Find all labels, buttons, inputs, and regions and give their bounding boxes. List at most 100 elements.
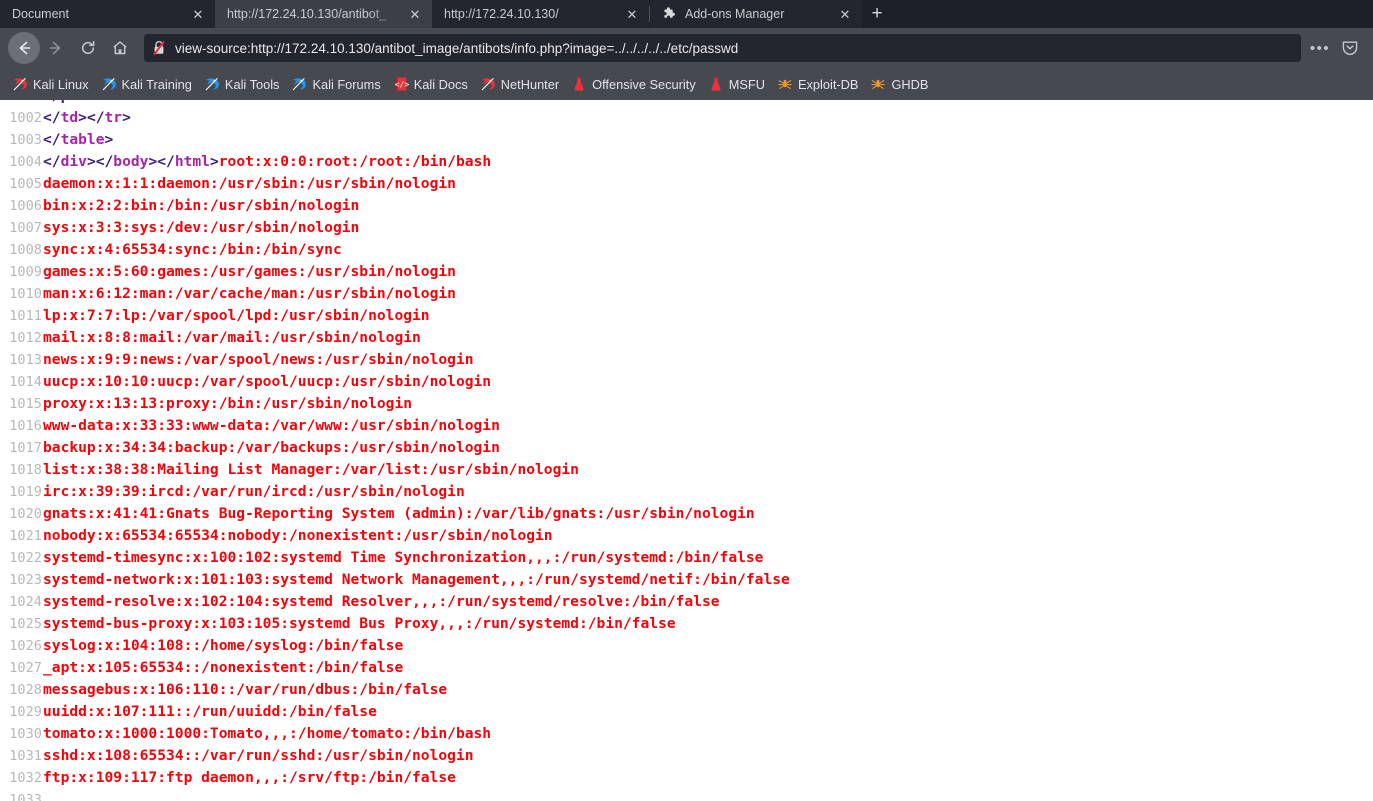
source-line-list: 1001</p1002</td></tr>1003</table>1004</d…: [0, 100, 1373, 801]
line-content: gnats:x:41:41:Gnats Bug-Reporting System…: [43, 503, 1373, 525]
line-content: uucp:x:10:10:uucp:/var/spool/uucp:/usr/s…: [43, 371, 1373, 393]
line-number: 1029: [9, 704, 42, 720]
source-line: 1029 uuidd:x:107:111::/run/uuidd:/bin/fal…: [0, 701, 1373, 723]
tab-document[interactable]: Document ✕: [0, 0, 215, 28]
bookmark-msfu[interactable]: MSFU: [702, 72, 771, 96]
token-text: systemd-network:x:101:103:systemd Networ…: [43, 571, 790, 588]
source-line: 1026 syslog:x:104:108::/home/syslog:/bin/…: [0, 635, 1373, 657]
line-number: 1022: [9, 550, 42, 566]
line-content: irc:x:39:39:ircd:/var/run/ircd:/usr/sbin…: [43, 481, 1373, 503]
bookmark-label: Exploit-DB: [798, 76, 859, 92]
token-tag: html: [174, 153, 210, 170]
bookmark-nethunter[interactable]: NetHunter: [474, 72, 565, 96]
token-text: systemd-timesync:x:100:102:systemd Time …: [43, 549, 764, 566]
source-line: 1007 sys:x:3:3:sys:/dev:/usr/sbin/nologin: [0, 217, 1373, 239]
svg-text:</>: </>: [395, 80, 409, 89]
source-line: 1031 sshd:x:108:65534::/var/run/sshd:/usr…: [0, 745, 1373, 767]
reload-button[interactable]: [72, 32, 104, 64]
source-line: 1023 systemd-network:x:101:103:systemd Ne…: [0, 569, 1373, 591]
token-text: uuidd:x:107:111::/run/uuidd:/bin/false: [43, 703, 377, 720]
line-number: 1033: [9, 792, 42, 801]
bookmark-kali-forums[interactable]: Kali Forums: [285, 72, 386, 96]
bookmark-label: GHDB: [891, 76, 929, 92]
close-icon[interactable]: ✕: [836, 5, 854, 23]
bookmark-exploit-db[interactable]: Exploit-DB: [771, 72, 864, 96]
bookmark-offensive-security[interactable]: Offensive Security: [565, 72, 702, 96]
token-punct: >: [104, 131, 114, 148]
token-text: proxy:x:13:13:proxy:/bin:/usr/sbin/nolog…: [43, 395, 413, 412]
source-line: 1004 </div></body></html>root:x:0:0:root:…: [0, 151, 1373, 173]
line-number: 1004: [9, 154, 42, 170]
token-text: www-data:x:33:33:www-data:/var/www:/usr/…: [43, 417, 500, 434]
line-number: 1003: [9, 132, 42, 148]
kali-dragon-blue-icon: [101, 76, 117, 92]
back-button[interactable]: [8, 32, 40, 64]
source-line: 1003 </table>: [0, 129, 1373, 151]
token-text: gnats:x:41:41:Gnats Bug-Reporting System…: [43, 505, 755, 522]
source-line: 1022 systemd-timesync:x:100:102:systemd T…: [0, 547, 1373, 569]
token-punct: >: [209, 153, 219, 170]
source-line: 1014 uucp:x:10:10:uucp:/var/spool/uucp:/u…: [0, 371, 1373, 393]
forward-button[interactable]: [40, 32, 72, 64]
tab-title: Document: [12, 7, 69, 21]
close-icon[interactable]: ✕: [623, 5, 641, 23]
insecure-lock-icon[interactable]: [152, 40, 166, 56]
pocket-save-button[interactable]: [1335, 33, 1365, 63]
page-actions-button[interactable]: •••: [1305, 33, 1335, 63]
line-number: 1018: [9, 462, 42, 478]
tab-addons-manager[interactable]: Add-ons Manager ✕: [650, 0, 862, 28]
bookmark-kali-tools[interactable]: Kali Tools: [198, 72, 286, 96]
source-line: 1013 news:x:9:9:news:/var/spool/news:/usr…: [0, 349, 1373, 371]
source-line: 1006 bin:x:2:2:bin:/bin:/usr/sbin/nologin: [0, 195, 1373, 217]
navigation-toolbar: view-source:http://172.24.10.130/antibot…: [0, 28, 1373, 68]
kali-docs-book-icon: </>: [393, 76, 409, 92]
line-number: 1020: [9, 506, 42, 522]
view-source-page: 1001</p1002</td></tr>1003</table>1004</d…: [0, 100, 1373, 801]
token-text: messagebus:x:106:110::/var/run/dbus:/bin…: [43, 681, 448, 698]
source-line: 1018 list:x:38:38:Mailing List Manager:/v…: [0, 459, 1373, 481]
source-line: 1024 systemd-resolve:x:102:104:systemd Re…: [0, 591, 1373, 613]
token-text: _apt:x:105:65534::/nonexistent:/bin/fals…: [43, 659, 404, 676]
bookmark-ghdb[interactable]: GHDB: [864, 72, 934, 96]
new-tab-button[interactable]: +: [862, 0, 892, 28]
url-text[interactable]: view-source:http://172.24.10.130/antibot…: [175, 41, 1295, 56]
token-text: systemd-bus-proxy:x:103:105:systemd Bus …: [43, 615, 676, 632]
line-number: 1027: [9, 660, 42, 676]
bookmark-kali-docs[interactable]: </> Kali Docs: [387, 72, 474, 96]
line-number: 1019: [9, 484, 42, 500]
line-content: systemd-bus-proxy:x:103:105:systemd Bus …: [43, 613, 1373, 635]
token-text: list:x:38:38:Mailing List Manager:/var/l…: [43, 461, 579, 478]
token-tag: div: [60, 153, 87, 170]
token-text: sshd:x:108:65534::/var/run/sshd:/usr/sbi…: [43, 747, 474, 764]
close-icon[interactable]: ✕: [189, 5, 207, 23]
line-number: 1031: [9, 748, 42, 764]
token-punct: ></: [78, 109, 105, 126]
close-icon[interactable]: ✕: [406, 5, 424, 23]
line-number: 1025: [9, 616, 42, 632]
token-text: sys:x:3:3:sys:/dev:/usr/sbin/nologin: [43, 219, 360, 236]
puzzle-piece-icon: [662, 6, 678, 22]
tab-antibot-viewsource[interactable]: http://172.24.10.130/antibot_ ✕: [215, 0, 432, 28]
spider-icon: [870, 76, 886, 92]
bookmark-label: NetHunter: [500, 76, 560, 92]
token-tag: table: [60, 131, 105, 148]
home-button[interactable]: [104, 32, 136, 64]
line-content: systemd-network:x:101:103:systemd Networ…: [43, 569, 1373, 591]
source-line: 1010 man:x:6:12:man:/var/cache/man:/usr/s…: [0, 283, 1373, 305]
token-text: backup:x:34:34:backup:/var/backups:/usr/…: [43, 439, 500, 456]
spider-icon: [777, 76, 793, 92]
bookmark-kali-training[interactable]: Kali Training: [95, 72, 198, 96]
address-bar[interactable]: view-source:http://172.24.10.130/antibot…: [144, 34, 1301, 62]
bookmark-label: MSFU: [728, 76, 765, 92]
bookmark-kali-linux[interactable]: Kali Linux: [6, 72, 95, 96]
token-text: irc:x:39:39:ircd:/var/run/ircd:/usr/sbin…: [43, 483, 465, 500]
token-punct: ></: [86, 153, 114, 170]
token-tag: td: [60, 109, 79, 126]
line-content: nobody:x:65534:65534:nobody:/nonexistent…: [43, 525, 1373, 547]
line-content: ftp:x:109:117:ftp daemon,,,:/srv/ftp:/bi…: [43, 767, 1373, 789]
token-text: tomato:x:1000:1000:Tomato,,,:/home/tomat…: [43, 725, 492, 742]
token-text: games:x:5:60:games:/usr/games:/usr/sbin/…: [43, 263, 456, 280]
token-text: systemd-resolve:x:102:104:systemd Resolv…: [43, 593, 720, 610]
tab-host-root[interactable]: http://172.24.10.130/ ✕: [432, 0, 649, 28]
line-content: daemon:x:1:1:daemon:/usr/sbin:/usr/sbin/…: [43, 173, 1373, 195]
